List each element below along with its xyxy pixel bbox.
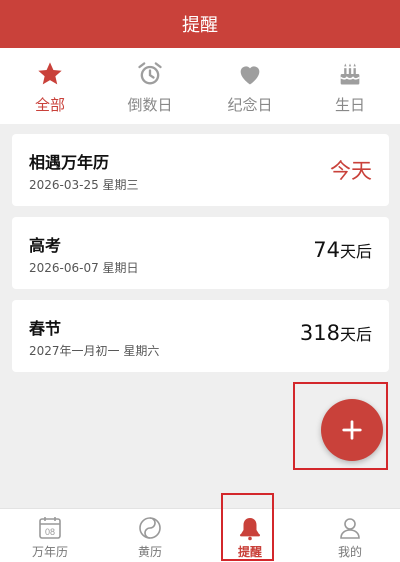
countdown-number: 74 — [313, 238, 340, 262]
calendar-day-text: 08 — [45, 527, 55, 537]
plus-icon — [342, 420, 362, 440]
tab-countdown-label: 倒数日 — [127, 96, 173, 114]
reminder-countdown: 74 天后 — [313, 238, 372, 262]
cake-icon — [340, 63, 360, 85]
tab-almanac-label: 黄历 — [137, 545, 162, 559]
tab-birthday-label: 生日 — [334, 96, 365, 114]
tab-anniversary[interactable]: 纪念日 — [200, 48, 300, 124]
category-tabs: 全部 倒数日 纪念日 生日 — [0, 48, 400, 124]
reminder-date: 2026-03-25 星期三 — [29, 178, 139, 192]
reminder-countdown: 今天 — [330, 159, 372, 183]
calendar-icon: 08 — [39, 517, 61, 539]
alarm-clock-icon — [138, 62, 162, 85]
tab-all-label: 全部 — [34, 96, 65, 114]
heart-icon — [240, 66, 260, 85]
tab-profile[interactable]: 我的 — [300, 509, 400, 562]
bottom-tab-bar: 08 万年历 黄历 提醒 我的 — [0, 508, 400, 562]
reminder-card[interactable]: 春节 2027年一月初一 星期六 318 天后 — [12, 300, 389, 372]
reminder-name: 高考 — [29, 236, 62, 255]
reminder-name: 春节 — [29, 319, 62, 338]
tab-almanac[interactable]: 黄历 — [100, 509, 200, 562]
tab-calendar-label: 万年历 — [31, 545, 68, 559]
page-title: 提醒 — [182, 15, 218, 36]
reminder-countdown: 318 天后 — [300, 321, 372, 345]
tab-all[interactable]: 全部 — [0, 48, 100, 124]
add-reminder-button[interactable] — [321, 399, 383, 461]
user-icon — [340, 518, 360, 539]
countdown-unit: 天后 — [339, 325, 372, 344]
tab-anniversary-label: 纪念日 — [227, 96, 273, 114]
tab-birthday[interactable]: 生日 — [300, 48, 400, 124]
reminder-card[interactable]: 相遇万年历 2026-03-25 星期三 今天 — [12, 134, 389, 206]
countdown-number: 318 — [299, 321, 340, 345]
tab-calendar[interactable]: 08 万年历 — [0, 509, 100, 562]
tab-countdown[interactable]: 倒数日 — [100, 48, 200, 124]
reminder-card[interactable]: 高考 2026-06-07 星期日 74 天后 — [12, 217, 389, 289]
reminder-name: 相遇万年历 — [29, 153, 110, 172]
add-button-highlight — [293, 382, 388, 470]
reminder-date: 2027年一月初一 星期六 — [29, 344, 160, 358]
yin-yang-icon — [139, 517, 161, 539]
star-icon — [38, 62, 62, 85]
reminder-date: 2026-06-07 星期日 — [29, 261, 139, 275]
tab-profile-label: 我的 — [337, 545, 362, 559]
reminder-tab-highlight — [221, 493, 274, 561]
countdown-unit: 天后 — [339, 242, 372, 261]
top-bar: 提醒 — [0, 0, 400, 48]
